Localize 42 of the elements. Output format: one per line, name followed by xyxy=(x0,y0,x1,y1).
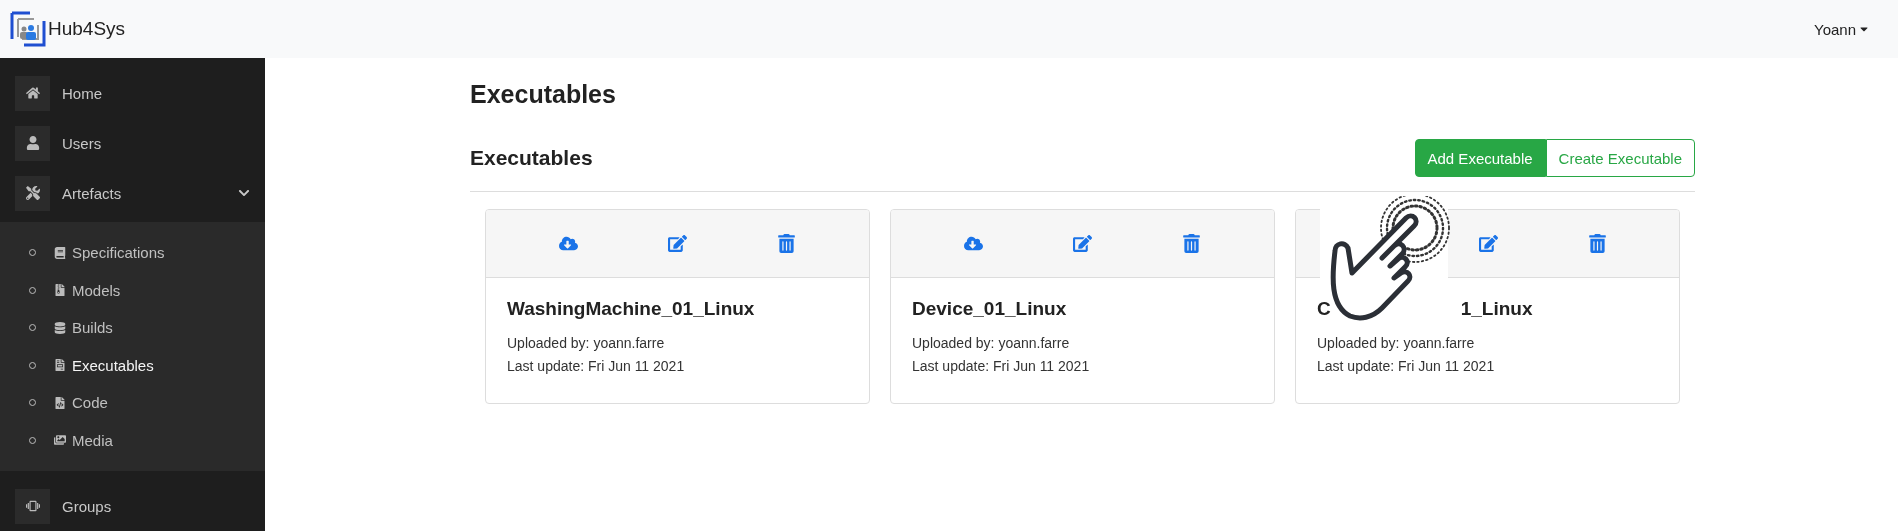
submenu-item[interactable]: Models xyxy=(0,271,265,309)
trash-icon[interactable] xyxy=(1182,234,1201,253)
user-icon xyxy=(15,125,50,161)
submenu-item[interactable]: Executables xyxy=(0,346,265,384)
document-icon xyxy=(54,359,66,372)
sidebar-item[interactable]: Groups xyxy=(0,481,265,531)
uploader-text: Uploaded by: yoann.farre xyxy=(1317,334,1476,353)
submenu-item[interactable]: Builds xyxy=(0,309,265,347)
submenu-item[interactable]: Code xyxy=(0,384,265,422)
trash-icon[interactable] xyxy=(777,234,796,253)
uploader-text: Uploaded by: yoann.farre xyxy=(912,334,1071,353)
file-icon xyxy=(54,284,66,297)
sidebar-item[interactable]: Artefacts xyxy=(0,168,265,218)
card-title: 1_Linux xyxy=(1460,298,1533,320)
page-title: Executables xyxy=(470,80,617,109)
brand-name[interactable]: Hub4Sys xyxy=(48,18,126,40)
trash-icon[interactable] xyxy=(1587,234,1607,253)
download-icon[interactable] xyxy=(559,234,578,253)
card-title: WashingMachine_01_Linux xyxy=(507,298,755,320)
home-icon xyxy=(15,75,50,111)
logo-icon xyxy=(10,11,46,47)
user-menu[interactable]: Yoann xyxy=(1814,20,1870,38)
update-date: Last update: Fri Jun 11 2021 xyxy=(507,357,686,376)
code-file-icon xyxy=(54,396,66,409)
sidebar-item[interactable]: Home xyxy=(0,68,265,118)
edit-icon[interactable] xyxy=(1478,234,1498,253)
sidebar-item[interactable]: Users xyxy=(0,118,265,168)
edit-icon[interactable] xyxy=(668,234,687,253)
edit-icon[interactable] xyxy=(1073,234,1092,253)
section-title: Executables xyxy=(470,146,593,170)
download-icon[interactable] xyxy=(964,234,983,253)
card-title: Device_01_Linux xyxy=(912,298,1067,320)
database-icon xyxy=(54,321,66,334)
update-date: Last update: Fri Jun 11 2021 xyxy=(912,357,1091,376)
submenu-item[interactable]: Media xyxy=(0,421,265,459)
uploader-text: Uploaded by: yoann.farre xyxy=(507,334,666,353)
book-icon xyxy=(54,246,66,259)
update-date: Last update: Fri Jun 11 2021 xyxy=(1317,357,1496,376)
card-title: C xyxy=(1317,298,1331,320)
tools-icon xyxy=(15,175,50,211)
images-icon xyxy=(54,434,66,447)
submenu-item[interactable]: Specifications xyxy=(0,234,265,272)
